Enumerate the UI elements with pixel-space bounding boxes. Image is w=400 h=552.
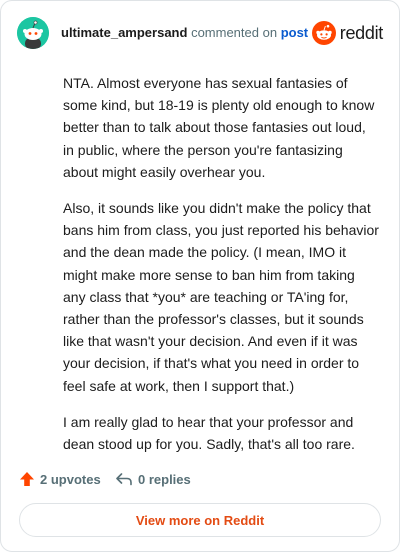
snoo-avatar-icon [17,17,49,49]
comment-paragraph: I am really glad to hear that your profe… [63,413,355,453]
reddit-brand[interactable]: reddit [311,21,384,45]
username[interactable]: ultimate_ampersand [61,25,187,40]
reddit-comment-card: ultimate_ampersand commented on post red… [0,0,400,552]
upvote-button[interactable]: 2 upvotes [19,467,101,491]
brand-name: reddit [339,22,384,43]
comment-body: NTA. Almost everyone has sexual fantasie… [63,72,379,469]
action-text: commented on [191,25,278,40]
comment-meta: ultimate_ampersand commented on post [61,25,308,40]
reddit-logo-icon [311,21,336,45]
user-avatar[interactable] [17,17,49,49]
post-link[interactable]: post [281,25,308,40]
upvote-count: 2 upvotes [40,471,101,487]
comment-header: ultimate_ampersand commented on post red… [17,15,383,55]
reply-count: 0 replies [138,471,191,487]
reply-button[interactable]: 0 replies [115,467,191,491]
view-more-button[interactable]: View more on Reddit [19,503,381,537]
comment-footer: 2 upvotes 0 replies [19,467,381,491]
comment-paragraph: NTA. Almost everyone has sexual fantasie… [63,75,375,180]
reply-arrow-icon [116,473,132,486]
upvote-arrow-icon [20,472,34,486]
comment-paragraph: Also, it sounds like you didn't make the… [63,200,379,394]
